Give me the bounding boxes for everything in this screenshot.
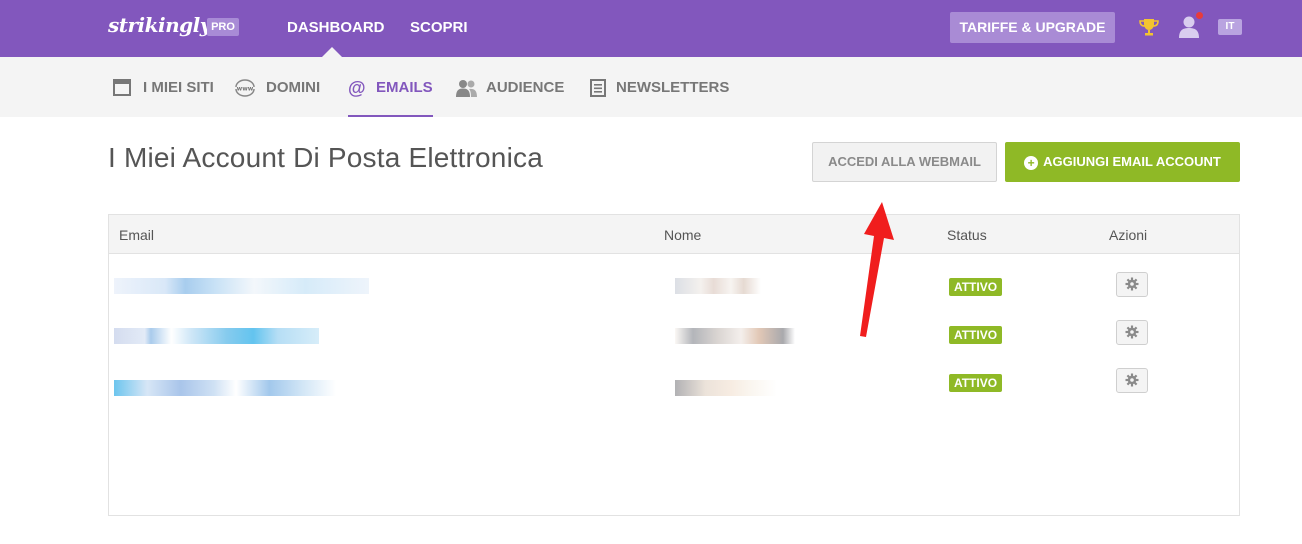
tab-newsletters[interactable]: NEWSLETTERS <box>590 79 729 117</box>
gear-icon <box>1125 277 1139 291</box>
page-title: I Miei Account Di Posta Elettronica <box>108 142 543 173</box>
tab-audience[interactable]: AUDIENCE <box>456 79 564 117</box>
top-bar: strikingly PRO DASHBOARD SCOPRI TARIFFE … <box>0 0 1302 57</box>
trophy-icon[interactable] <box>1138 16 1160 38</box>
tab-label: DOMINI <box>266 79 321 96</box>
tab-i-miei-siti[interactable]: I MIEI SITI <box>113 79 214 117</box>
add-email-account-button[interactable]: + AGGIUNGI EMAIL ACCOUNT <box>1005 142 1240 182</box>
tab-label: EMAILS <box>376 79 433 96</box>
sub-nav: I MIEI SITI www DOMINI @ EMAILS AUDIENCE… <box>0 57 1302 117</box>
user-icon[interactable] <box>1178 15 1200 39</box>
redacted-name <box>675 278 761 294</box>
header-actions: Azioni <box>1109 227 1148 243</box>
at-sign-icon: @ <box>348 78 366 98</box>
row-settings-button[interactable] <box>1116 272 1148 297</box>
gear-icon <box>1125 373 1139 387</box>
redacted-email <box>114 278 369 294</box>
tab-label: AUDIENCE <box>486 79 565 96</box>
table-header: Email Nome Status Azioni <box>109 215 1239 254</box>
redacted-email <box>114 328 319 344</box>
status-badge: ATTIVO <box>949 326 1002 344</box>
newsletter-icon <box>590 79 608 97</box>
status-badge: ATTIVO <box>949 374 1002 392</box>
tab-emails[interactable]: @ EMAILS <box>348 79 433 117</box>
gear-icon <box>1125 325 1139 339</box>
status-badge: ATTIVO <box>949 278 1002 296</box>
www-globe-icon: www <box>234 79 258 97</box>
notification-dot <box>1196 12 1203 19</box>
language-selector[interactable]: IT <box>1218 19 1242 35</box>
nav-dashboard[interactable]: DASHBOARD <box>287 19 385 36</box>
annotation-arrow-icon <box>860 202 894 337</box>
redacted-email <box>114 380 336 396</box>
row-settings-button[interactable] <box>1116 320 1148 345</box>
email-accounts-table: Email Nome Status Azioni ATTIVO ATTIVO A… <box>108 214 1240 516</box>
redacted-name <box>675 380 777 396</box>
header-status: Status <box>947 227 987 243</box>
redacted-name <box>675 328 795 344</box>
header-email: Email <box>119 227 155 243</box>
svg-text:www: www <box>237 86 254 93</box>
add-button-label: AGGIUNGI EMAIL ACCOUNT <box>1043 154 1221 169</box>
webmail-button[interactable]: ACCEDI ALLA WEBMAIL <box>812 142 997 182</box>
tab-label: NEWSLETTERS <box>616 79 730 96</box>
strikingly-logo[interactable]: strikingly <box>108 13 211 37</box>
row-settings-button[interactable] <box>1116 368 1148 393</box>
plus-circle-icon: + <box>1024 156 1039 170</box>
upgrade-button[interactable]: TARIFFE & UPGRADE <box>950 12 1115 43</box>
pro-badge: PRO <box>207 18 239 36</box>
nav-scopri[interactable]: SCOPRI <box>410 19 468 36</box>
people-icon <box>456 79 478 97</box>
header-name: Nome <box>664 227 702 243</box>
table-row: ATTIVO <box>109 358 1239 406</box>
browser-window-icon <box>113 79 135 97</box>
table-row: ATTIVO <box>109 262 1239 310</box>
tab-label: I MIEI SITI <box>143 79 214 96</box>
table-row: ATTIVO <box>109 310 1239 358</box>
tab-domini[interactable]: www DOMINI <box>234 79 320 117</box>
active-nav-caret <box>322 47 342 57</box>
